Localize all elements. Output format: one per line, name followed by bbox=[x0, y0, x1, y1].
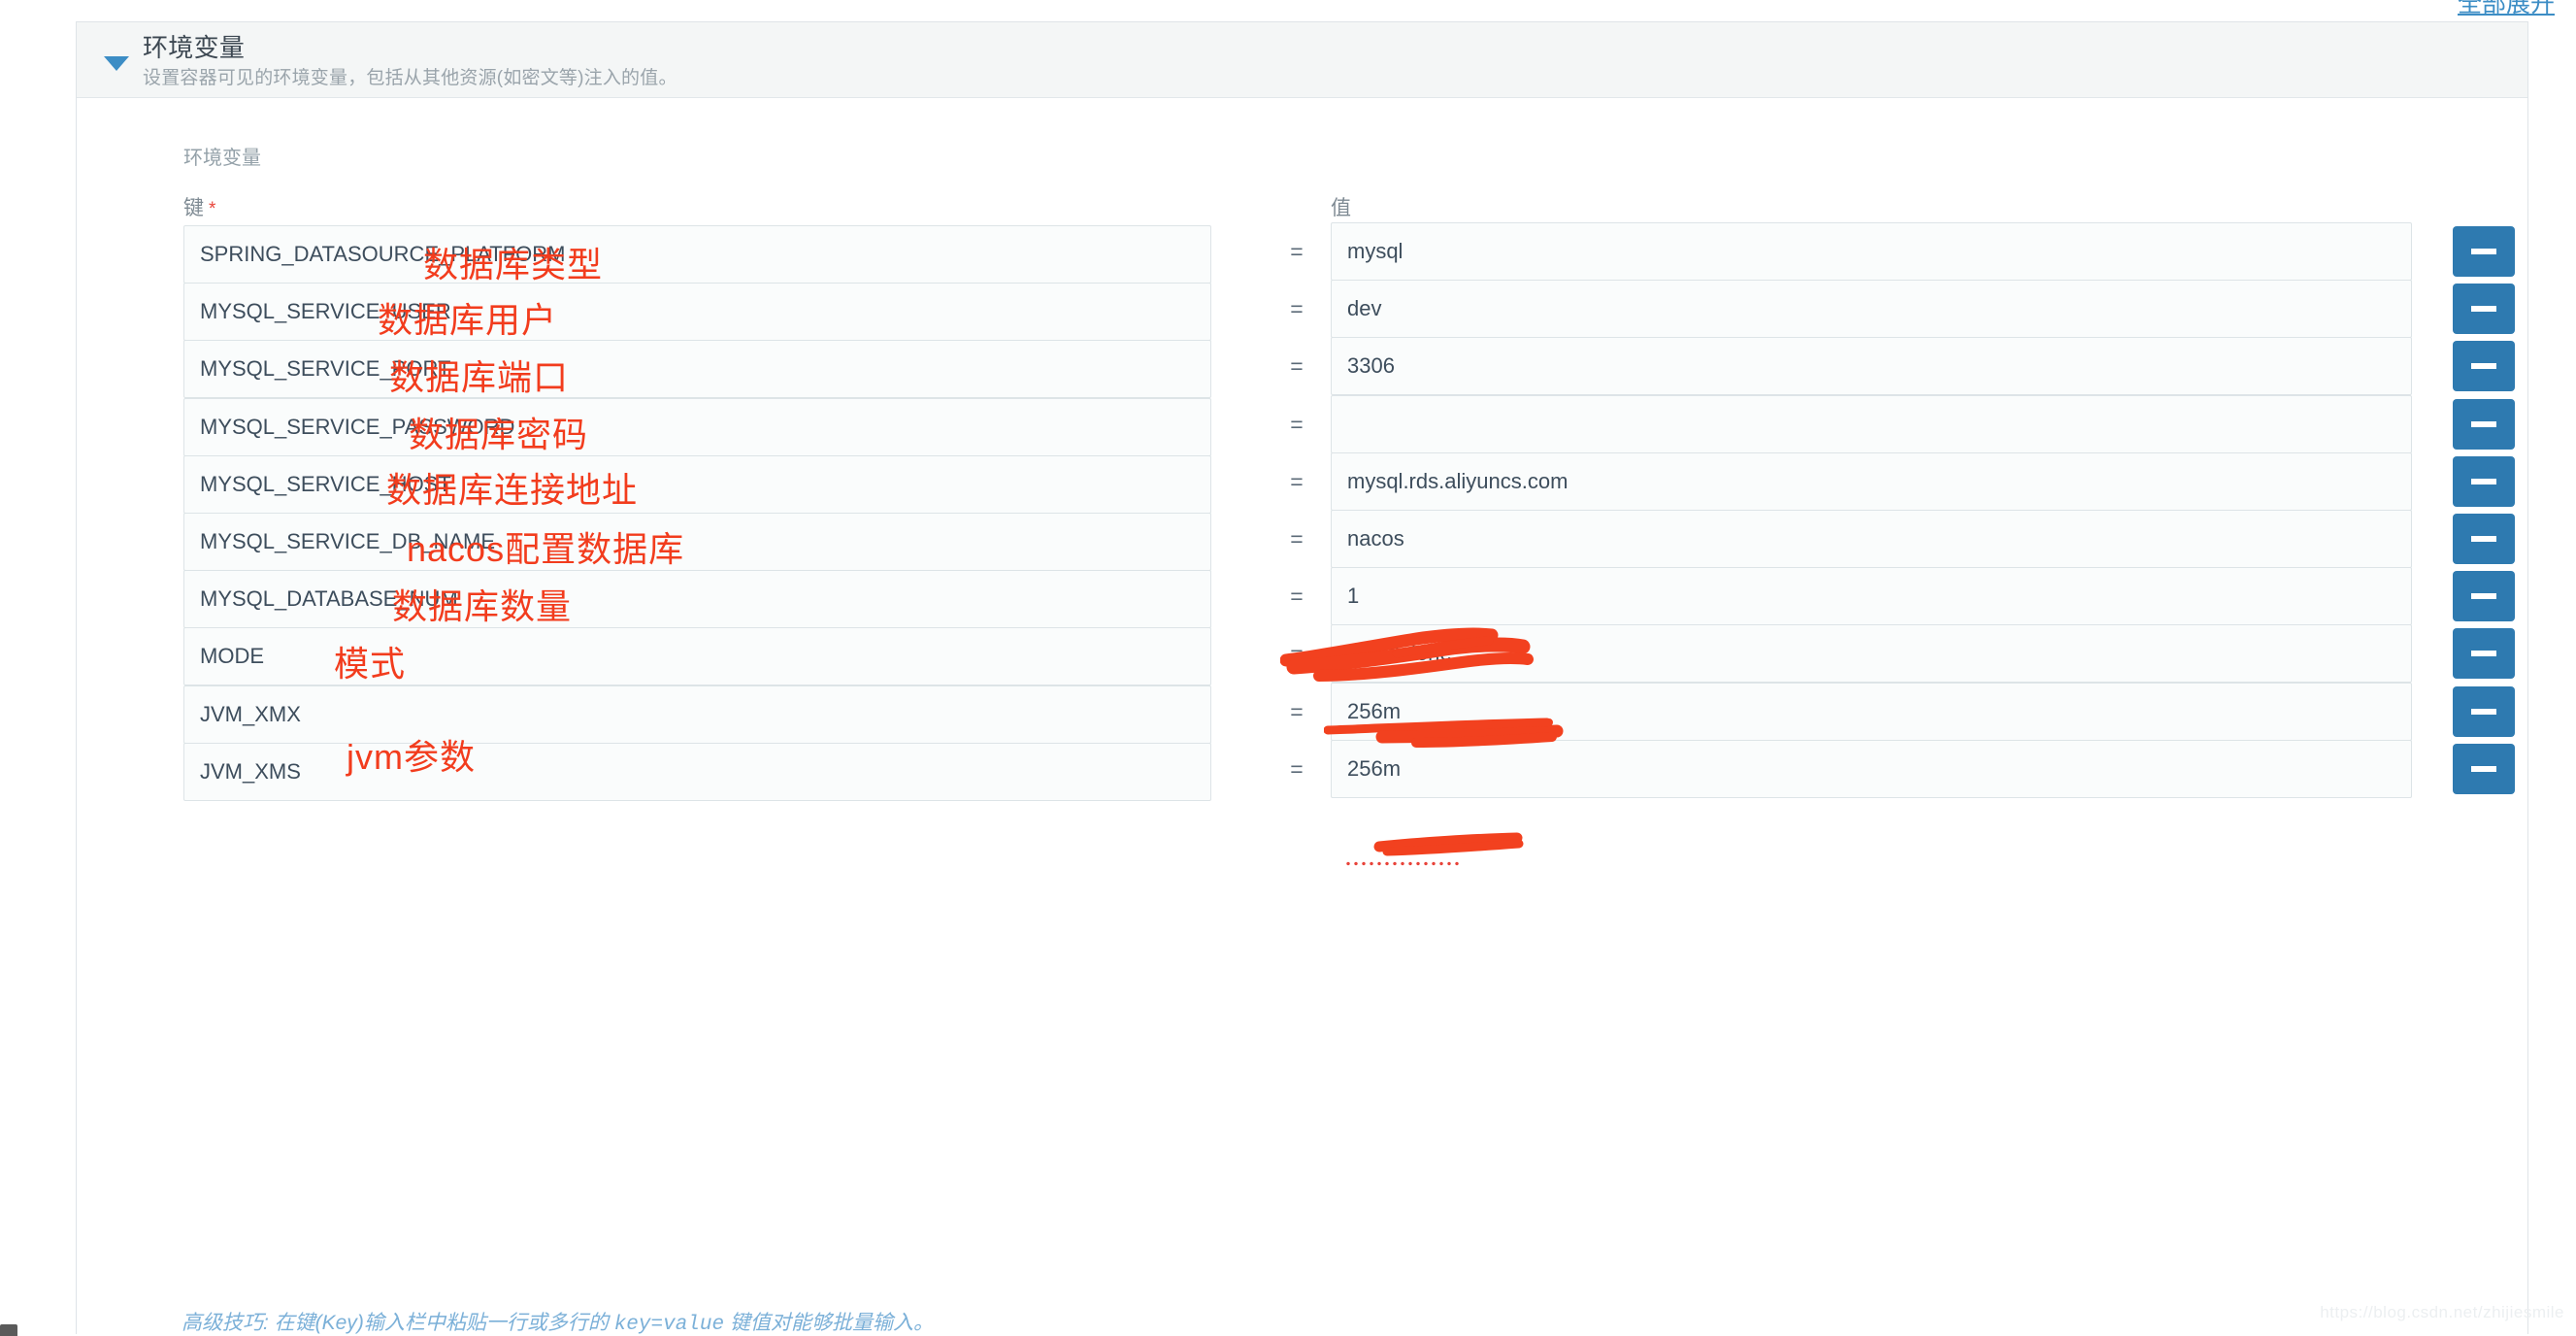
env-var-value-input[interactable]: nacos bbox=[1331, 510, 2412, 568]
env-var-key-input[interactable]: MYSQL_SERVICE_PASSWORD bbox=[183, 397, 1211, 456]
spellcheck-squiggle bbox=[1344, 861, 1459, 866]
remove-variable-button[interactable] bbox=[2453, 226, 2515, 277]
section-label: 环境变量 bbox=[183, 148, 261, 169]
remove-variable-button[interactable] bbox=[2453, 685, 2515, 737]
equals-separator: = bbox=[1290, 353, 1304, 380]
equals-separator: = bbox=[1290, 296, 1304, 322]
env-var-key-input[interactable]: JVM_XMS bbox=[183, 742, 1211, 801]
remove-variable-button[interactable] bbox=[2453, 514, 2515, 564]
env-var-value-input[interactable]: mysql bbox=[1331, 222, 2412, 281]
env-var-value-input[interactable]: mysql.rds.aliyuncs.com bbox=[1331, 451, 2412, 511]
env-var-value-input[interactable]: 256m bbox=[1331, 682, 2412, 741]
env-var-key-input[interactable]: MODE bbox=[183, 627, 1211, 686]
equals-separator: = bbox=[1290, 468, 1304, 494]
equals-separator: = bbox=[1290, 755, 1304, 782]
env-var-key-input[interactable]: SPRING_DATASOURCE_PLATFORM bbox=[183, 225, 1211, 284]
column-header-key-label: 键 bbox=[183, 197, 204, 219]
column-header-key: 键 * bbox=[183, 192, 215, 221]
remove-variable-button[interactable] bbox=[2453, 571, 2515, 622]
column-header-value: 值 bbox=[1331, 197, 1351, 219]
screenshot-root: 全部展开 环境变量 设置容器可见的环境变量，包括从其他资源(如密文等)注入的值。… bbox=[0, 0, 2576, 1336]
env-vars-panel: 环境变量 设置容器可见的环境变量，包括从其他资源(如密文等)注入的值。 环境变量… bbox=[76, 21, 2528, 1336]
remove-variable-button[interactable] bbox=[2453, 341, 2515, 392]
redaction-scribble bbox=[1373, 831, 1543, 860]
env-var-key-input[interactable]: MYSQL_DATABASE_NUM bbox=[183, 570, 1211, 629]
panel-header-text: 环境变量 设置容器可见的环境变量，包括从其他资源(如密文等)注入的值。 bbox=[143, 35, 677, 87]
equals-separator: = bbox=[1290, 641, 1304, 667]
equals-separator: = bbox=[1290, 584, 1304, 610]
tip-suffix: 键值对能够批量输入。 bbox=[724, 1312, 934, 1334]
caret-down-icon[interactable] bbox=[104, 56, 129, 71]
tip-prefix: 高级技巧: 在键(Key)输入栏中粘贴一行或多行的 bbox=[182, 1312, 614, 1334]
env-var-value-input[interactable] bbox=[1331, 394, 2412, 453]
equals-separator: = bbox=[1290, 239, 1304, 264]
remove-variable-button[interactable] bbox=[2453, 628, 2515, 680]
batch-input-tip: 高级技巧: 在键(Key)输入栏中粘贴一行或多行的 key=value 键值对能… bbox=[182, 1307, 934, 1336]
env-var-key-input[interactable]: MYSQL_SERVICE_DB_NAME bbox=[183, 513, 1211, 571]
equals-separator: = bbox=[1290, 526, 1304, 551]
watermark: https://blog.csdn.net/zhijiesmile bbox=[2320, 1303, 2564, 1321]
env-var-value-input[interactable]: 3306 bbox=[1331, 337, 2412, 396]
env-var-value-input[interactable]: 256m bbox=[1331, 739, 2412, 798]
panel-subtitle: 设置容器可见的环境变量，包括从其他资源(如密文等)注入的值。 bbox=[143, 68, 677, 88]
env-var-value-input[interactable]: standalone bbox=[1331, 624, 2412, 684]
tip-mono: key=value bbox=[613, 1314, 725, 1336]
env-var-key-input[interactable]: MYSQL_SERVICE_PORT bbox=[183, 340, 1211, 399]
remove-variable-button[interactable] bbox=[2453, 398, 2515, 450]
panel-title: 环境变量 bbox=[143, 33, 246, 62]
env-var-key-input[interactable]: JVM_XMX bbox=[183, 685, 1211, 744]
env-var-value-input[interactable]: dev bbox=[1331, 280, 2412, 339]
panel-header[interactable]: 环境变量 设置容器可见的环境变量，包括从其他资源(如密文等)注入的值。 bbox=[77, 22, 2527, 98]
equals-separator: = bbox=[1290, 698, 1304, 724]
remove-variable-button[interactable] bbox=[2453, 743, 2515, 794]
expand-all-link[interactable]: 全部展开 bbox=[2458, 0, 2555, 19]
env-var-value-input[interactable]: 1 bbox=[1331, 567, 2412, 626]
required-asterisk: * bbox=[209, 199, 216, 219]
corner-artifact bbox=[0, 1324, 17, 1336]
equals-separator: = bbox=[1290, 411, 1304, 437]
env-var-key-input[interactable]: MYSQL_SERVICE_HOST bbox=[183, 454, 1211, 514]
env-var-key-input[interactable]: MYSQL_SERVICE_USER bbox=[183, 283, 1211, 342]
remove-variable-button[interactable] bbox=[2453, 455, 2515, 507]
remove-variable-button[interactable] bbox=[2453, 284, 2515, 335]
